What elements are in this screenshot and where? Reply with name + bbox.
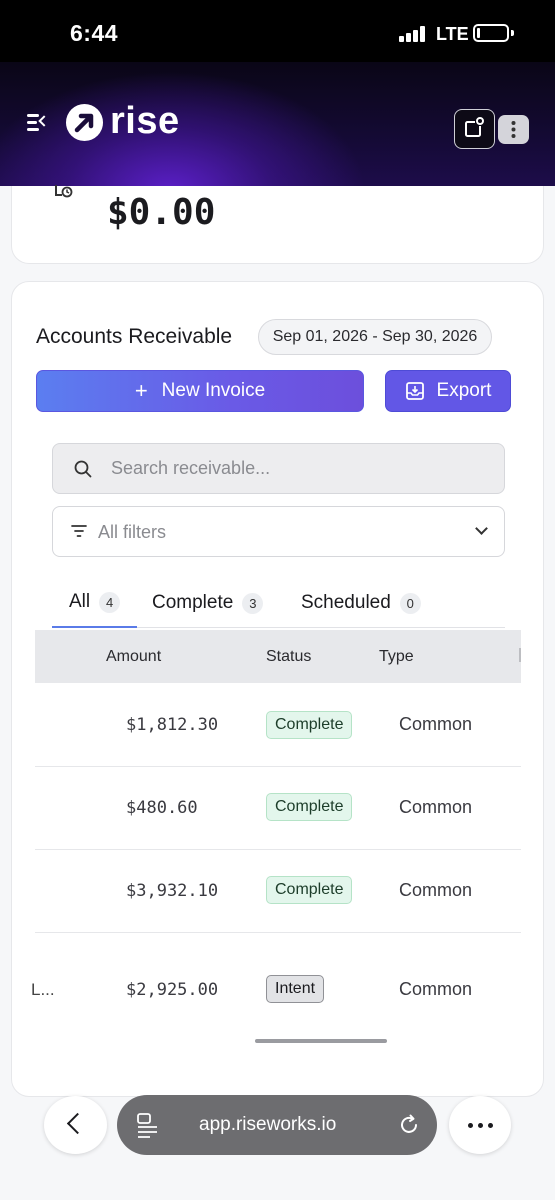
notification-button[interactable] <box>454 109 495 149</box>
filter-select[interactable]: All filters <box>52 506 505 557</box>
row-type: Common <box>399 880 473 900</box>
url-text: app.riseworks.io <box>199 1114 337 1135</box>
tab-label: All <box>68 591 91 612</box>
dot-icon <box>488 1123 493 1128</box>
table-row[interactable]: L... $2,925.00 Intent Common <box>31 933 521 1033</box>
chevron-down-icon <box>475 522 488 535</box>
rise-logo-icon <box>66 104 103 141</box>
export-button[interactable]: Export <box>385 370 511 412</box>
section-title: Accounts Receivable <box>36 325 233 348</box>
accounts-receivable-card: Accounts Receivable Sep 01, 2026 - Sep 3… <box>11 281 544 1097</box>
chevron-left-icon <box>66 1112 89 1135</box>
filter-icon <box>71 525 87 537</box>
address-bar[interactable]: app.riseworks.io <box>117 1095 437 1155</box>
app-header: rise <box>0 62 555 186</box>
status-tabs: All 4 Complete 3 Scheduled 0 <box>52 578 505 628</box>
row-type: Common <box>399 979 473 999</box>
pending-clock-icon <box>55 185 73 198</box>
network-type: LTE <box>436 24 469 44</box>
tab-label: Complete <box>152 592 234 613</box>
menu-collapse-icon[interactable] <box>27 112 51 134</box>
tab-count-badge: 4 <box>99 591 121 613</box>
row-amount: $1,812.30 <box>126 715 219 735</box>
notification-icon <box>465 117 484 137</box>
column-divider <box>519 648 521 662</box>
dot-icon <box>478 1123 483 1128</box>
status-badge: Complete <box>266 793 353 821</box>
row-amount: $480.60 <box>126 798 198 818</box>
filter-label: All filters <box>98 522 167 542</box>
column-header-amount[interactable]: Amount <box>106 648 161 666</box>
tab-scheduled[interactable]: Scheduled 0 <box>301 578 421 628</box>
table-row[interactable]: $3,932.10 Complete Common <box>35 850 521 933</box>
tab-all[interactable]: All 4 <box>52 578 137 628</box>
page-format-icon <box>137 1113 157 1138</box>
new-invoice-label: New Invoice <box>161 380 266 401</box>
row-amount: $3,932.10 <box>126 881 219 901</box>
search-box <box>52 443 505 494</box>
status-bar: 6:44 LTE <box>0 0 555 62</box>
date-range-picker[interactable]: Sep 01, 2026 - Sep 30, 2026 <box>258 319 492 355</box>
battery-icon <box>473 24 509 42</box>
browser-back-button[interactable] <box>44 1096 107 1154</box>
status-badge: Complete <box>266 711 353 739</box>
row-amount: $2,925.00 <box>126 980 219 1000</box>
cellular-signal-icon <box>399 26 429 42</box>
status-badge: Intent <box>266 975 325 1003</box>
table-header: Amount Status Type <box>35 630 521 683</box>
plus-icon: + <box>134 378 148 403</box>
row-name-truncated: L... <box>31 980 55 999</box>
row-type: Common <box>399 797 473 817</box>
reload-icon[interactable] <box>398 1114 420 1136</box>
browser-more-button[interactable] <box>449 1096 511 1154</box>
status-time: 6:44 <box>70 20 119 46</box>
dot-icon <box>468 1123 473 1128</box>
export-icon <box>405 382 424 400</box>
table-row[interactable]: $480.60 Complete Common <box>35 767 521 850</box>
brand-name: rise <box>110 100 180 142</box>
battery-tip <box>511 30 514 36</box>
horizontal-scrollbar[interactable] <box>255 1039 387 1043</box>
vertical-dots-icon <box>511 121 516 138</box>
row-type: Common <box>399 714 473 734</box>
tab-label: Scheduled <box>301 592 391 613</box>
new-invoice-button[interactable]: + New Invoice <box>36 370 364 412</box>
tab-count-badge: 3 <box>242 592 264 614</box>
tab-count-badge: 0 <box>399 592 421 614</box>
export-label: Export <box>436 380 492 401</box>
header-more-button[interactable] <box>498 115 529 144</box>
balance-amount: $0.00 <box>107 192 216 233</box>
status-badge: Complete <box>266 876 353 904</box>
search-icon <box>74 460 92 478</box>
search-input[interactable] <box>111 444 491 493</box>
tab-complete[interactable]: Complete 3 <box>152 578 264 628</box>
column-header-status[interactable]: Status <box>266 648 311 666</box>
column-header-type[interactable]: Type <box>379 648 414 666</box>
table-row[interactable]: $1,812.30 Complete Common <box>35 683 521 767</box>
balance-card: $0.00 <box>11 185 544 264</box>
